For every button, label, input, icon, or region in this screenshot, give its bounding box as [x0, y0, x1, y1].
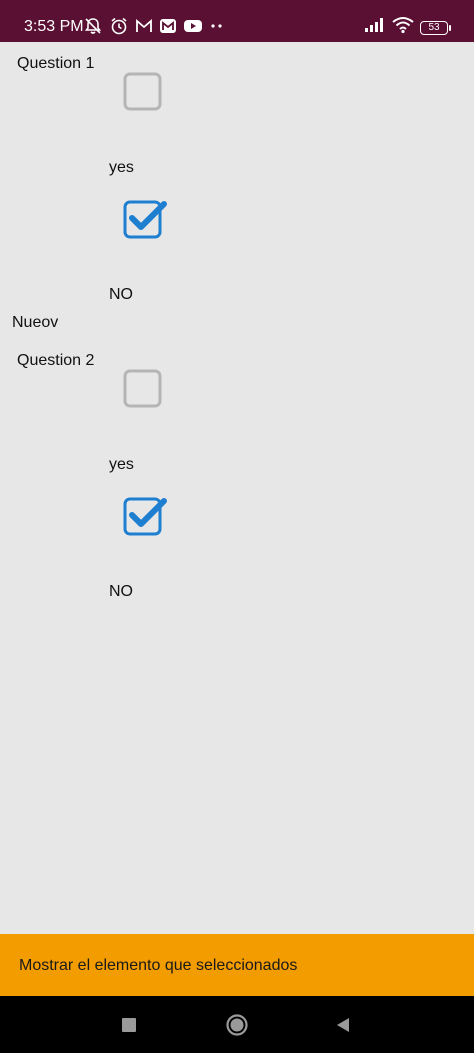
question-2-yes-checkbox[interactable]: [119, 364, 167, 412]
youtube-icon: [183, 18, 203, 34]
navigation-bar: [0, 996, 474, 1053]
question-1-title: Question 1: [17, 55, 95, 72]
question-1-yes-label: yes: [109, 159, 134, 176]
question-2-yes-label: yes: [109, 456, 134, 473]
status-time: 3:53 PM: [24, 18, 84, 35]
separator-text: Nueov: [12, 314, 59, 331]
gmail-icon: [135, 18, 153, 34]
signal-icon: [364, 17, 386, 38]
mi-icon: [159, 18, 177, 34]
more-dots-icon: [209, 18, 225, 34]
status-right-icons: 53: [364, 16, 451, 39]
question-1-yes-checkbox[interactable]: [119, 67, 167, 115]
question-1-no-label: NO: [109, 286, 133, 303]
alarm-icon: [109, 16, 129, 36]
content-area: Question 1 yes NO Nueov Question 2 yes N…: [0, 42, 474, 934]
show-selected-button-label: Mostrar el elemento que seleccionados: [19, 957, 298, 974]
show-selected-button[interactable]: Mostrar el elemento que seleccionados: [0, 934, 474, 996]
battery-level: 53: [428, 21, 440, 33]
status-bar: 3:53 PM 53: [0, 0, 474, 42]
question-2-title: Question 2: [17, 352, 95, 369]
home-circle-icon[interactable]: [222, 1010, 252, 1040]
muted-notification-icon: [83, 16, 103, 36]
status-left-icons: [83, 16, 225, 36]
battery-icon: 53: [420, 20, 451, 35]
question-1-no-checkbox[interactable]: [119, 195, 167, 243]
back-triangle-icon[interactable]: [328, 1010, 358, 1040]
wifi-icon: [392, 16, 414, 39]
question-2-no-checkbox[interactable]: [119, 492, 167, 540]
question-2-no-label: NO: [109, 583, 133, 600]
recents-square-icon[interactable]: [114, 1010, 144, 1040]
